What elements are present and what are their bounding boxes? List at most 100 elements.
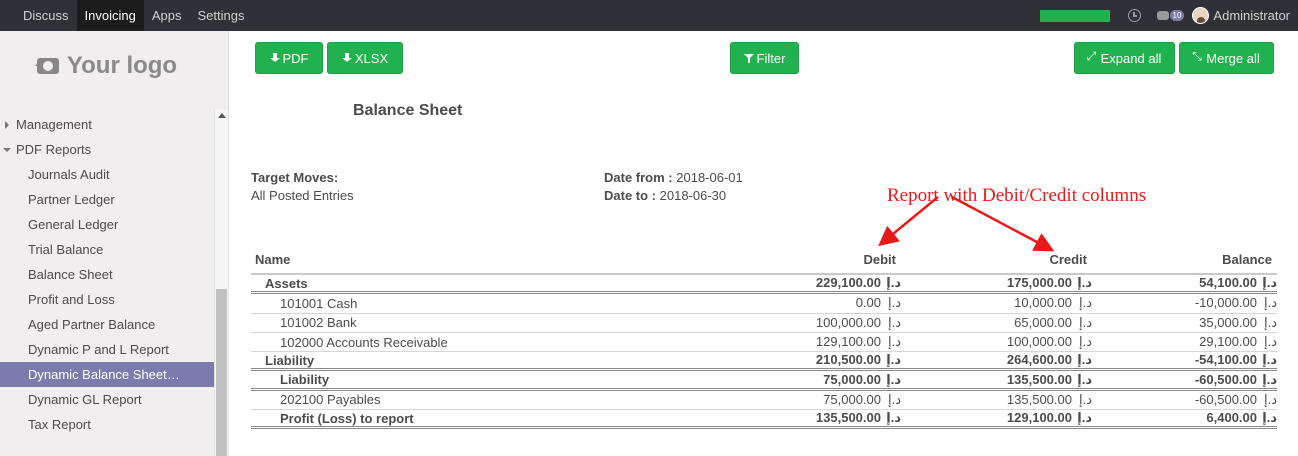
currency-symbol: د.إ	[1077, 275, 1092, 291]
user-avatar[interactable]	[1192, 7, 1210, 24]
clock-icon[interactable]	[1127, 9, 1141, 22]
debit-value: 100,000.00	[815, 314, 881, 330]
app-menu-item[interactable]: Apps	[144, 0, 190, 31]
account-name: 102000 Accounts Receivable	[280, 334, 448, 350]
currency-symbol: د.إ	[887, 314, 901, 330]
table-row[interactable]: 101001 Cash 0.00 د.إ 10,000.00 د.إ -10,000.00…	[251, 294, 1277, 314]
table-row[interactable]: Liability 210,500.00 د.إ 264,600.00 د.إ -54,1…	[251, 352, 1277, 372]
currency-symbol: د.إ	[887, 391, 901, 407]
currency-symbol: د.إ	[1077, 371, 1092, 387]
currency-symbol: د.إ	[887, 295, 901, 311]
company-logo[interactable]: + Your logo	[0, 31, 214, 101]
merge-all-button[interactable]: Merge all	[1179, 42, 1274, 74]
message-count-badge: 10	[1169, 10, 1185, 21]
target-moves: Target Moves: All Posted Entries	[251, 170, 354, 203]
top-navbar: Discuss Invoicing Apps Settings 10 Administ…	[0, 0, 1298, 31]
credit-cell: 264,600.00 د.إ	[901, 352, 1092, 368]
currency-symbol: د.إ	[1262, 410, 1277, 426]
balance-value: -10,000.00	[1194, 295, 1257, 311]
credit-value: 175,000.00	[1006, 275, 1072, 291]
user-menu[interactable]: Administrator	[1213, 8, 1290, 23]
expand-all-label: Expand all	[1100, 50, 1162, 66]
date-from-value: 2018-06-01	[676, 170, 743, 185]
scroll-thumb[interactable]	[216, 289, 227, 456]
credit-value: 129,100.00	[1006, 410, 1072, 426]
expand-icon	[1087, 49, 1098, 64]
sidebar-item[interactable]: Management	[0, 112, 214, 137]
sidebar-item[interactable]: Dynamic P and L Report	[0, 337, 214, 362]
scroll-up-arrow-icon[interactable]	[218, 113, 226, 118]
xlsx-button[interactable]: XLSX	[327, 42, 403, 74]
balance-cell: -10,000.00 د.إ	[1092, 295, 1277, 311]
account-name: Liability	[280, 372, 330, 388]
filter-icon	[743, 53, 754, 63]
pdf-button[interactable]: PDF	[255, 42, 323, 74]
app-menu-item[interactable]: Discuss	[15, 0, 77, 31]
target-moves-label: Target Moves:	[251, 170, 339, 185]
sidebar-item[interactable]: Aged Partner Balance	[0, 312, 214, 337]
table-row[interactable]: 202100 Payables 75,000.00 د.إ 135,500.00 د.إ…	[251, 391, 1277, 411]
sidebar: + Your logo Management PDF Reports Journal…	[0, 31, 229, 456]
app-menu-item[interactable]: Invoicing	[76, 0, 144, 31]
currency-symbol: د.إ	[1262, 352, 1277, 368]
sidebar-item-label: Dynamic Balance Sheet…	[28, 367, 180, 382]
account-name: Profit (Loss) to report	[280, 410, 414, 426]
balance-cell: 6,400.00 د.إ	[1092, 410, 1277, 426]
account-name: 101002 Bank	[280, 315, 357, 331]
date-to-value: 2018-06-30	[659, 188, 727, 203]
credit-cell: 135,500.00 د.إ	[901, 392, 1092, 408]
currency-symbol: د.إ	[886, 352, 901, 368]
caret-right-icon	[5, 121, 9, 129]
sidebar-item-label: Trial Balance	[28, 242, 104, 257]
arrow-to-debit	[878, 196, 939, 247]
filter-button[interactable]: Filter	[730, 42, 799, 74]
compress-icon	[1192, 49, 1203, 64]
account-name: 202100 Payables	[280, 392, 381, 408]
sidebar-item-label: Dynamic GL Report	[28, 392, 142, 407]
sidebar-item[interactable]: Tax Report	[0, 412, 214, 437]
sidebar-item[interactable]: Dynamic GL Report	[0, 387, 214, 412]
sidebar-item[interactable]: PDF Reports	[0, 137, 214, 162]
annotation-arrows	[878, 195, 1055, 252]
sidebar-item[interactable]: Profit and Loss	[0, 287, 214, 312]
sidebar-item-label: Profit and Loss	[28, 292, 115, 307]
logo-text: Your logo	[66, 52, 178, 79]
sidebar-item[interactable]: Balance Sheet	[0, 262, 214, 287]
currency-symbol: د.إ	[1262, 275, 1277, 291]
app-menu-item[interactable]: Settings	[189, 0, 252, 31]
sidebar-scrollbar[interactable]	[214, 109, 228, 456]
currency-symbol: د.إ	[1078, 295, 1092, 311]
table-row[interactable]: Liability 75,000.00 د.إ 135,500.00 د.إ -60,50…	[251, 371, 1277, 391]
expand-all-button[interactable]: Expand all	[1074, 42, 1175, 74]
account-name: Assets	[265, 275, 308, 291]
balance-cell: 54,100.00 د.إ	[1092, 275, 1277, 291]
sidebar-menu: Management PDF Reports Journals Audit Partn…	[0, 112, 214, 437]
sidebar-item[interactable]: Partner Ledger	[0, 187, 214, 212]
sidebar-item[interactable]: Journals Audit	[0, 162, 214, 187]
debit-cell: 135,500.00 د.إ	[801, 410, 901, 426]
table-row[interactable]: Profit (Loss) to report 135,500.00 د.إ 129,…	[251, 410, 1277, 430]
credit-value: 100,000.00	[1006, 334, 1072, 350]
table-row[interactable]: 102000 Accounts Receivable 129,100.00 د.إ 1…	[251, 333, 1277, 353]
balance-value: -60,500.00	[1194, 371, 1257, 387]
credit-value: 135,500.00	[1006, 371, 1072, 387]
credit-value: 10,000.00	[1014, 295, 1072, 311]
messaging-menu[interactable]: 10	[1156, 10, 1185, 21]
sidebar-item[interactable]: Dynamic Balance Sheet…	[0, 362, 214, 387]
currency-symbol: د.إ	[1078, 314, 1092, 330]
sidebar-item-label: Journals Audit	[28, 167, 110, 182]
credit-cell: 135,500.00 د.إ	[901, 372, 1092, 388]
debit-value: 210,500.00	[815, 352, 881, 368]
sidebar-item[interactable]: General Ledger	[0, 212, 214, 237]
credit-cell: 129,100.00 د.إ	[901, 410, 1092, 426]
table-row[interactable]: 101002 Bank 100,000.00 د.إ 65,000.00 د.إ 35,0…	[251, 314, 1277, 333]
target-moves-value: All Posted Entries	[251, 188, 354, 203]
table-row[interactable]: Assets 229,100.00 د.إ 175,000.00 د.إ 54,100.0…	[251, 275, 1277, 295]
arrow-to-credit	[951, 195, 1055, 252]
filter-button-label: Filter	[756, 50, 786, 66]
sidebar-item[interactable]: Trial Balance	[0, 237, 214, 262]
sidebar-item-label: General Ledger	[28, 217, 119, 232]
credit-cell: 100,000.00 د.إ	[901, 334, 1092, 350]
debit-cell: 75,000.00 د.إ	[801, 392, 901, 408]
pdf-button-label: PDF	[282, 50, 309, 66]
